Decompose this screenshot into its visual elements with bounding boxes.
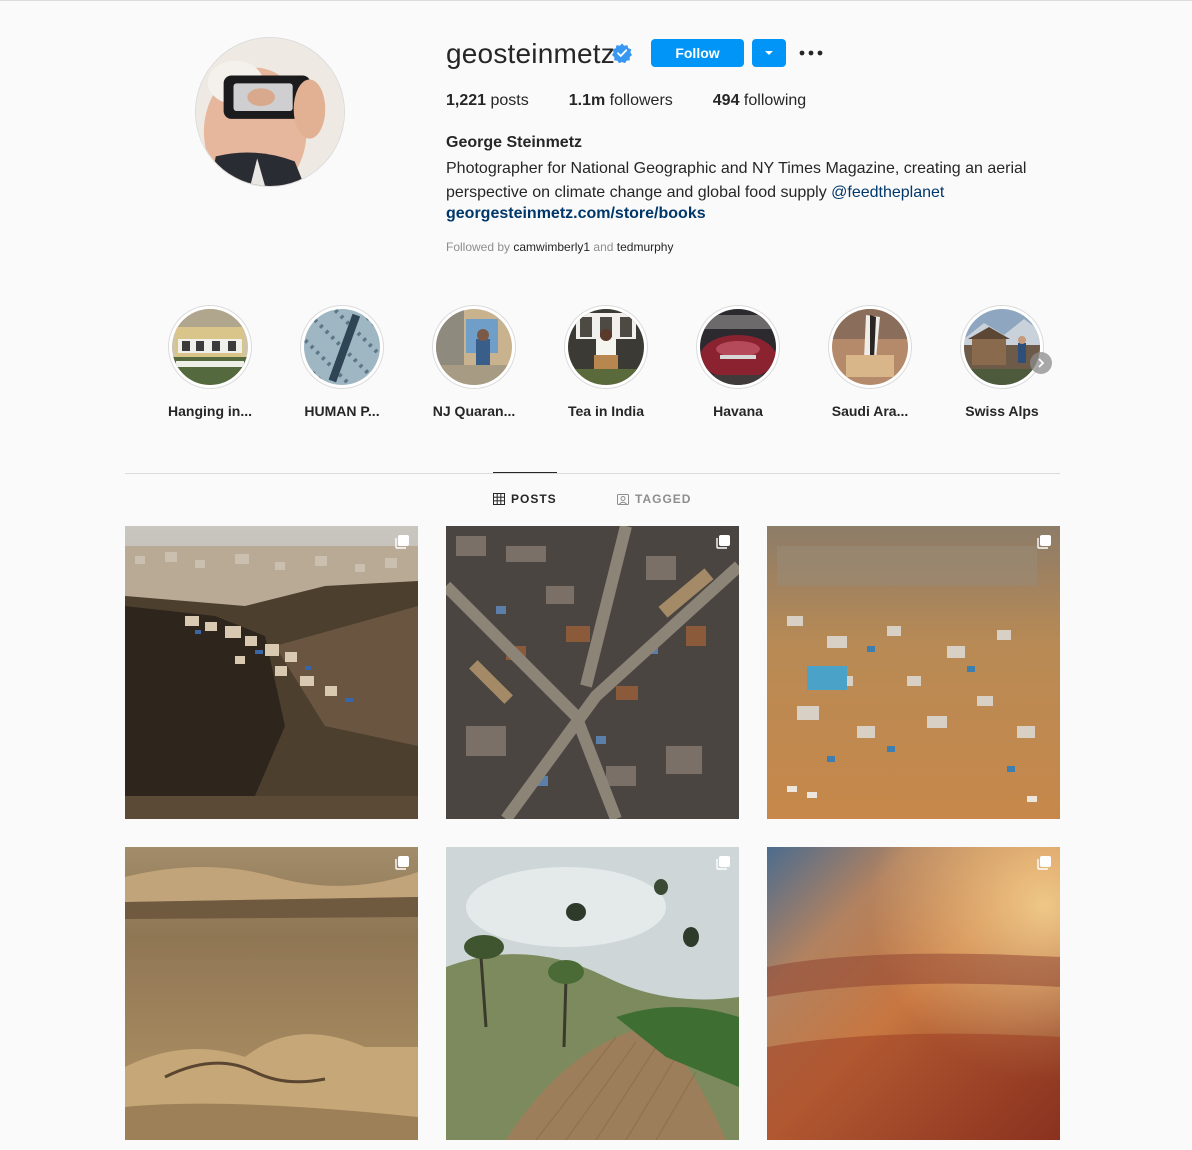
full-name: George Steinmetz <box>446 134 583 151</box>
highlight-label: Tea in India <box>568 403 644 419</box>
more-options-icon <box>799 50 823 56</box>
profile-avatar[interactable] <box>195 37 345 187</box>
post-thumbnail[interactable] <box>125 847 418 1140</box>
highlight-cover <box>300 305 384 389</box>
profile-stats: 1,221 posts 1.1m followers 494 following <box>446 92 846 110</box>
post-thumbnail[interactable] <box>125 526 418 819</box>
highlight-label: Hanging in... <box>168 403 252 419</box>
followed-by: Followed by camwimberly1 and tedmurphy <box>446 240 674 254</box>
chevron-right-icon <box>1038 358 1045 368</box>
post-image <box>125 526 418 819</box>
highlight-label: HUMAN P... <box>304 403 380 419</box>
post-thumbnail[interactable] <box>767 847 1060 1140</box>
highlight-cover <box>828 305 912 389</box>
story-highlights: Hanging in... HUMAN P... NJ Quaran... Te… <box>150 305 1060 425</box>
chevron-down-icon <box>765 51 773 55</box>
highlight-label: NJ Quaran... <box>432 403 516 419</box>
tab-tagged-label: TAGGED <box>635 492 692 506</box>
highlight-cover <box>960 305 1044 389</box>
post-image <box>446 847 739 1140</box>
username: geosteinmetz <box>446 38 615 69</box>
highlight-item[interactable]: Havana <box>678 305 798 419</box>
tagged-icon <box>617 494 629 505</box>
more-options-button[interactable] <box>797 40 825 66</box>
highlight-item[interactable]: NJ Quaran... <box>414 305 534 419</box>
post-image <box>125 847 418 1140</box>
post-image <box>446 526 739 819</box>
top-divider <box>0 0 1192 1</box>
highlight-label: Saudi Ara... <box>831 403 909 419</box>
bio: Photographer for National Geographic and… <box>446 157 1066 205</box>
bio-mention-link[interactable]: @feedtheplanet <box>831 184 944 201</box>
tab-tagged[interactable]: TAGGED <box>617 492 691 506</box>
suggested-accounts-dropdown[interactable] <box>752 39 786 67</box>
avatar-image <box>196 38 344 186</box>
grid-icon <box>493 493 505 505</box>
tab-posts-label: POSTS <box>511 492 557 506</box>
multiple-images-icon <box>395 535 409 549</box>
post-image <box>767 526 1060 819</box>
active-tab-indicator <box>493 472 557 473</box>
follow-button[interactable]: Follow <box>651 39 744 67</box>
highlight-cover <box>432 305 516 389</box>
followers-link[interactable]: 1.1m followers <box>569 92 673 110</box>
following-link[interactable]: 494 following <box>713 92 806 110</box>
highlight-label: Havana <box>713 403 763 419</box>
post-thumbnail[interactable] <box>446 847 739 1140</box>
highlight-item[interactable]: Tea in India <box>546 305 666 419</box>
highlight-item[interactable]: Hanging in... <box>150 305 270 419</box>
post-thumbnail[interactable] <box>446 526 739 819</box>
website-link[interactable]: georgesteinmetz.com/store/books <box>446 205 706 223</box>
highlights-next-button[interactable] <box>1030 352 1052 374</box>
followed-by-user-link[interactable]: tedmurphy <box>617 240 674 254</box>
multiple-images-icon <box>1037 535 1051 549</box>
multiple-images-icon <box>716 856 730 870</box>
post-thumbnail[interactable] <box>767 526 1060 819</box>
highlight-cover <box>564 305 648 389</box>
highlight-cover <box>696 305 780 389</box>
highlight-item[interactable]: Saudi Ara... <box>810 305 930 419</box>
multiple-images-icon <box>716 535 730 549</box>
posts-count: 1,221 posts <box>446 92 529 109</box>
tab-posts[interactable]: POSTS <box>493 492 557 506</box>
multiple-images-icon <box>1037 856 1051 870</box>
highlight-item[interactable]: HUMAN P... <box>282 305 402 419</box>
followed-by-user-link[interactable]: camwimberly1 <box>513 240 590 254</box>
post-image <box>767 847 1060 1140</box>
multiple-images-icon <box>395 856 409 870</box>
tabs-divider <box>125 473 1060 474</box>
highlight-label: Swiss Alps <box>965 403 1039 419</box>
highlight-cover <box>168 305 252 389</box>
verified-badge-icon <box>612 43 632 63</box>
